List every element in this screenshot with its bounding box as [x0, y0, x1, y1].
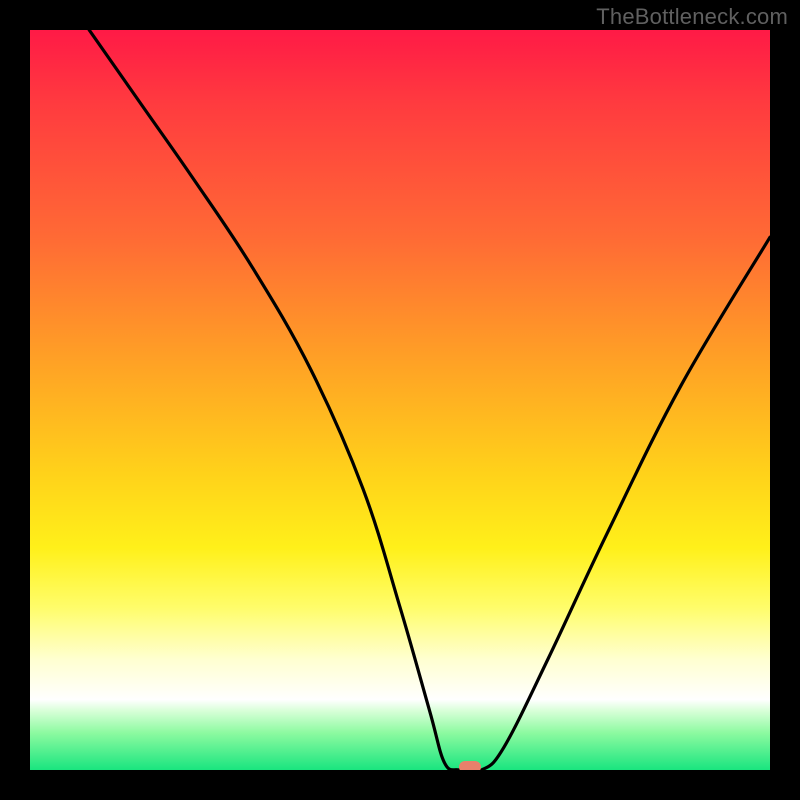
plot-area	[30, 30, 770, 770]
watermark-text: TheBottleneck.com	[596, 4, 788, 30]
chart-frame: TheBottleneck.com	[0, 0, 800, 800]
optimal-point-marker	[459, 761, 481, 770]
bottleneck-curve	[30, 30, 770, 770]
curve-path	[89, 30, 770, 770]
